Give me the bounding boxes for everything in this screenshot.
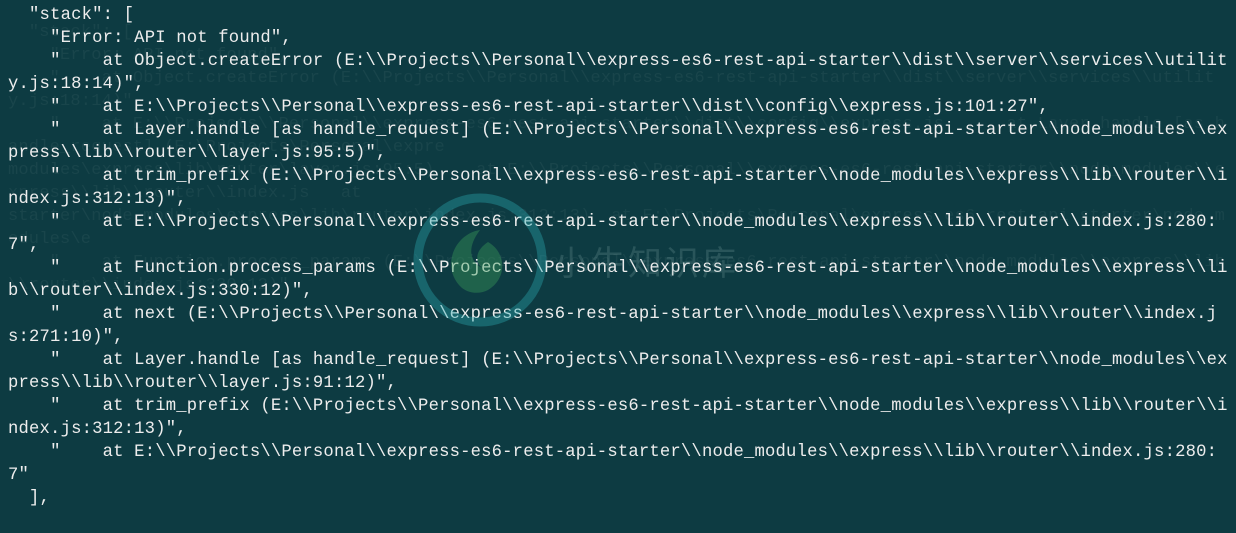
stack-trace-code: "stack": [ "Error: API not found", " at … xyxy=(0,0,1236,518)
code-block-container: "stack": [ "Error: API not found", " at … xyxy=(0,0,1236,533)
